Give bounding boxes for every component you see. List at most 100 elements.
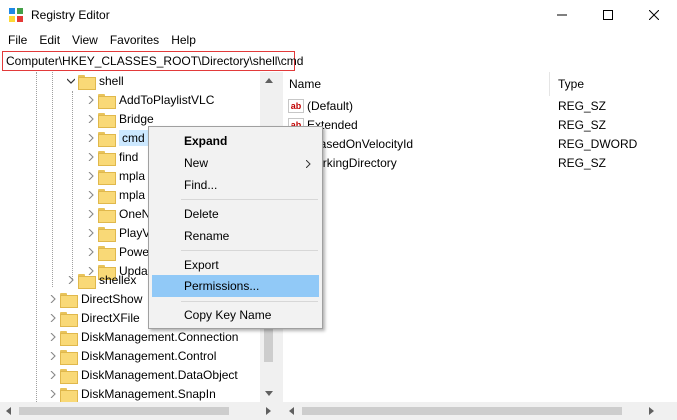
folder-icon [60, 387, 78, 402]
menu-file[interactable]: File [2, 30, 33, 50]
menu-view[interactable]: View [66, 30, 104, 50]
tree-item-label: AddToPlaylistVLC [119, 92, 215, 107]
tree-guide-line [36, 72, 37, 402]
tree-item-label: DirectShow [81, 291, 143, 306]
chevron-right-icon[interactable] [46, 292, 60, 306]
tree-item-shellex[interactable]: shellex [64, 270, 136, 289]
window-title: Registry Editor [31, 8, 110, 22]
scroll-left-icon[interactable] [283, 402, 300, 420]
tree-item-shell[interactable]: shell [64, 72, 124, 90]
chevron-right-icon[interactable] [46, 311, 60, 325]
tree-item-addtoplaylistvlc[interactable]: AddToPlaylistVLC [84, 90, 214, 109]
tree-item-label: find [119, 149, 139, 164]
menu-item-rename[interactable]: Rename [152, 225, 319, 247]
chevron-right-icon[interactable] [84, 188, 98, 202]
folder-icon [98, 245, 116, 261]
values-horizontal-scrollbar[interactable] [283, 402, 677, 420]
folder-icon [60, 292, 78, 308]
menu-item-expand[interactable]: Expand [152, 130, 319, 152]
menu-help[interactable]: Help [165, 30, 202, 50]
menu-separator [181, 199, 318, 200]
tree-item-label: mpla [119, 168, 146, 183]
close-button[interactable] [631, 0, 677, 30]
folder-icon [98, 150, 116, 166]
chevron-right-icon[interactable] [84, 245, 98, 259]
tree-item-onen[interactable]: OneN [84, 204, 150, 223]
column-header-type[interactable]: Type [558, 77, 584, 91]
tree-item-label: DiskManagement.SnapIn [81, 386, 216, 401]
folder-icon [60, 311, 78, 327]
tree-item-cmd[interactable]: cmd [84, 128, 148, 147]
value-type: REG_DWORD [558, 136, 638, 151]
tree-item-label: shell [99, 73, 124, 88]
tree-item-mpla-2[interactable]: mpla [84, 185, 145, 204]
tree-item-mpla-1[interactable]: mpla [84, 166, 145, 185]
tree-item-label: DirectXFile [81, 310, 140, 325]
column-header-name[interactable]: Name [289, 77, 321, 91]
chevron-down-icon[interactable] [64, 74, 78, 88]
tree-item-find[interactable]: find [84, 147, 138, 166]
menu-edit[interactable]: Edit [33, 30, 66, 50]
maximize-button[interactable] [585, 0, 631, 30]
folder-icon [78, 273, 96, 289]
address-bar[interactable]: Computer\HKEY_CLASSES_ROOT\Directory\she… [2, 51, 303, 71]
tree-item-diskmanagement-snapin[interactable]: DiskManagement.SnapIn [46, 384, 216, 402]
scroll-thumb[interactable] [19, 407, 229, 415]
menu-separator [181, 301, 318, 302]
menu-item-permissions[interactable]: Permissions... [152, 275, 319, 297]
menu-item-copy-key-name[interactable]: Copy Key Name [152, 304, 319, 326]
folder-icon [98, 169, 116, 185]
tree-item-bridge[interactable]: Bridge [84, 109, 154, 128]
value-row[interactable]: ab (Default) [288, 96, 353, 115]
submenu-arrow-icon [305, 157, 311, 171]
tree-item-directshow[interactable]: DirectShow [46, 289, 142, 308]
tree-item-diskmanagement-connection[interactable]: DiskManagement.Connection [46, 327, 238, 346]
scroll-up-icon[interactable] [260, 72, 277, 89]
tree-item-diskmanagement-control[interactable]: DiskManagement.Control [46, 346, 216, 365]
tree-horizontal-scrollbar[interactable] [0, 402, 277, 420]
tree-item-label: Bridge [119, 111, 154, 126]
scroll-thumb[interactable] [302, 407, 622, 415]
chevron-right-icon[interactable] [64, 273, 78, 287]
scroll-right-icon[interactable] [643, 402, 660, 420]
chevron-right-icon[interactable] [84, 169, 98, 183]
tree-guide-line [52, 72, 53, 287]
folder-icon [98, 112, 116, 128]
chevron-right-icon[interactable] [84, 131, 98, 145]
minimize-button[interactable] [539, 0, 585, 30]
chevron-right-icon[interactable] [46, 387, 60, 401]
folder-icon [98, 207, 116, 223]
menu-separator [181, 250, 318, 251]
column-divider[interactable] [549, 72, 550, 96]
scroll-right-icon[interactable] [260, 402, 277, 420]
menu-bar: File Edit View Favorites Help [0, 30, 677, 50]
tree-item-powe[interactable]: Powe [84, 242, 149, 261]
tree-item-diskmanagement-dataobject[interactable]: DiskManagement.DataObject [46, 365, 238, 384]
folder-icon [98, 226, 116, 242]
close-icon [649, 10, 659, 20]
folder-icon [98, 131, 116, 147]
tree-item-directxfile[interactable]: DirectXFile [46, 308, 140, 327]
menu-favorites[interactable]: Favorites [104, 30, 165, 50]
scroll-left-icon[interactable] [0, 402, 17, 420]
chevron-right-icon[interactable] [46, 349, 60, 363]
chevron-right-icon[interactable] [84, 207, 98, 221]
scroll-down-icon[interactable] [260, 385, 277, 402]
chevron-right-icon[interactable] [84, 112, 98, 126]
chevron-right-icon[interactable] [84, 226, 98, 240]
tree-item-playv[interactable]: PlayV [84, 223, 150, 242]
minimize-icon [557, 14, 567, 16]
folder-icon [98, 93, 116, 109]
menu-item-new[interactable]: New [152, 152, 319, 174]
chevron-right-icon[interactable] [46, 330, 60, 344]
value-type: REG_SZ [558, 98, 607, 113]
value-type: REG_SZ [558, 155, 607, 170]
menu-item-export[interactable]: Export [152, 254, 319, 276]
context-menu: Expand New Find... Delete Rename Export … [148, 126, 323, 329]
chevron-right-icon[interactable] [84, 93, 98, 107]
menu-item-delete[interactable]: Delete [152, 203, 319, 225]
menu-item-find[interactable]: Find... [152, 174, 319, 196]
chevron-right-icon[interactable] [84, 150, 98, 164]
tree-item-label: shellex [99, 272, 137, 287]
chevron-right-icon[interactable] [46, 368, 60, 382]
